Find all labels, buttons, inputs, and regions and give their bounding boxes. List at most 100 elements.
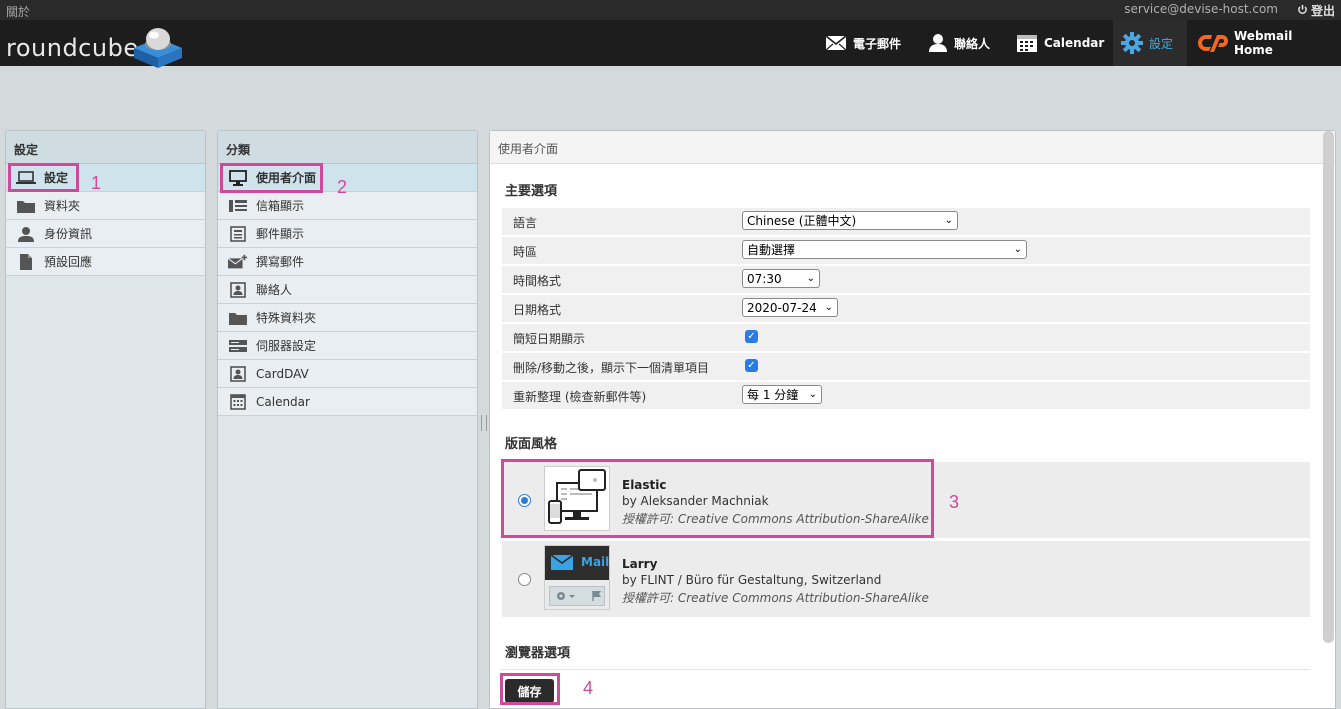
- date-format-value: 2020-07-24: [747, 300, 817, 315]
- settings-item-folders[interactable]: 資料夾: [6, 192, 205, 220]
- option-row-time-format: 時間格式 07:30 ⌄: [502, 266, 1310, 293]
- section-item-label: Calendar: [256, 394, 310, 409]
- browser-options-heading: 瀏覽器選項: [505, 646, 571, 661]
- section-item-label: CardDAV: [256, 366, 309, 381]
- option-label: 語言: [513, 216, 538, 230]
- option-label: 時區: [513, 245, 538, 259]
- section-item-message-view[interactable]: 郵件顯示: [218, 220, 477, 248]
- language-value: Chinese (正體中文): [747, 214, 857, 228]
- settings-panel: 設定 設定 資料夾 身份資訊 預設回應: [5, 130, 206, 709]
- settings-item-identities[interactable]: 身份資訊: [6, 220, 205, 248]
- folder-icon: [228, 310, 248, 326]
- time-format-value: 07:30: [747, 271, 782, 286]
- nav-contacts-label: 聯絡人: [954, 36, 991, 51]
- gear-icon: [557, 592, 575, 600]
- highlight-box-3: [501, 459, 934, 538]
- annotation-number-1: 1: [91, 173, 102, 193]
- option-row-date-format: 日期格式 2020-07-24 ⌄: [502, 295, 1310, 322]
- option-label: 刪除/移動之後，顯示下一個清單項目: [513, 361, 710, 375]
- header: roundcube 電子郵件 聯絡人 Calendar 設定 Webmail H…: [0, 20, 1341, 68]
- section-item-mailbox-view[interactable]: 信箱顯示: [218, 192, 477, 220]
- folder-icon: [16, 198, 36, 214]
- larry-name: Larry: [622, 557, 658, 571]
- short-date-checkbox[interactable]: ✓: [745, 330, 758, 343]
- settings-item-responses[interactable]: 預設回應: [6, 248, 205, 276]
- skin-option-larry[interactable]: Mail Larry by FLINT / Büro für Gestaltun…: [502, 541, 1310, 617]
- chevron-down-icon: ⌄: [808, 389, 817, 400]
- contacts-icon: [928, 33, 948, 53]
- date-format-select[interactable]: 2020-07-24 ⌄: [742, 298, 838, 317]
- preferences-title: 使用者介面: [490, 131, 1335, 164]
- annotation-number-3: 3: [949, 492, 960, 512]
- larry-author: by FLINT / Büro für Gestaltung, Switzerl…: [622, 573, 882, 587]
- option-row-refresh: 重新整理 (檢查新郵件等) 每 1 分鐘 ⌄: [502, 382, 1310, 409]
- larry-thumb-label: Mail: [581, 555, 610, 569]
- nav-mail[interactable]: 電子郵件: [817, 20, 909, 66]
- settings-item-label: 身份資訊: [44, 227, 93, 241]
- about-link[interactable]: 關於: [6, 3, 30, 20]
- section-item-label: 伺服器設定: [256, 339, 317, 353]
- mail-icon: [551, 555, 573, 570]
- option-row-display-next: 刪除/移動之後，顯示下一個清單項目 ✓: [502, 353, 1310, 380]
- skin-heading: 版面風格: [505, 437, 558, 452]
- person-icon: [16, 226, 36, 242]
- option-label: 時間格式: [513, 274, 562, 288]
- larry-thumbnail: Mail: [544, 545, 610, 610]
- cube-logo-icon: [134, 28, 182, 68]
- nav-settings[interactable]: 設定: [1113, 20, 1187, 66]
- display-next-checkbox[interactable]: ✓: [745, 359, 758, 372]
- section-item-contacts[interactable]: 聯絡人: [218, 276, 477, 304]
- settings-panel-title: 設定: [6, 131, 205, 164]
- larry-license: 授權許可: Creative Commons Attribution-Share…: [622, 591, 929, 605]
- option-row-timezone: 時區 自動選擇 ⌄: [502, 237, 1310, 264]
- highlight-box-4: [500, 673, 560, 705]
- panel-splitter[interactable]: [481, 415, 487, 431]
- nav-contacts[interactable]: 聯絡人: [920, 20, 998, 66]
- annotation-number-2: 2: [337, 177, 348, 197]
- sections-panel-title: 分類: [218, 131, 477, 164]
- main-options-heading: 主要選項: [505, 184, 558, 199]
- refresh-select[interactable]: 每 1 分鐘 ⌄: [742, 385, 822, 404]
- top-bar: 關於 service@devise-host.com 登出: [0, 0, 1341, 20]
- cpanel-icon: [1198, 32, 1228, 54]
- time-format-select[interactable]: 07:30 ⌄: [742, 269, 820, 288]
- section-item-server-settings[interactable]: 伺服器設定: [218, 332, 477, 360]
- calendar-icon: [228, 393, 248, 410]
- section-item-carddav[interactable]: CardDAV: [218, 360, 477, 388]
- section-item-calendar[interactable]: Calendar: [218, 388, 477, 416]
- settings-item-label: 預設回應: [44, 255, 93, 269]
- contact-card-icon: [228, 281, 248, 298]
- chevron-down-icon: ⌄: [806, 273, 815, 284]
- refresh-value: 每 1 分鐘: [747, 388, 799, 402]
- timezone-select[interactable]: 自動選擇 ⌄: [742, 240, 1027, 259]
- section-item-label: 特殊資料夾: [256, 311, 317, 325]
- annotation-number-4: 4: [583, 678, 594, 698]
- message-view-icon: [228, 225, 248, 242]
- mailbox-view-icon: [228, 198, 248, 214]
- section-item-special-folders[interactable]: 特殊資料夾: [218, 304, 477, 332]
- language-select[interactable]: Chinese (正體中文) ⌄: [742, 211, 958, 230]
- sections-panel: 分類 使用者介面 信箱顯示 郵件顯示 撰寫郵件 聯絡人 特殊資料夾 伺服器設定: [217, 130, 478, 709]
- option-row-language: 語言 Chinese (正體中文) ⌄: [502, 208, 1310, 235]
- nav-calendar[interactable]: Calendar: [1008, 20, 1112, 66]
- option-label: 簡短日期顯示: [513, 332, 586, 346]
- flag-icon: [592, 591, 601, 601]
- option-label: 日期格式: [513, 303, 562, 317]
- timezone-value: 自動選擇: [747, 243, 796, 257]
- nav-mail-label: 電子郵件: [853, 36, 902, 51]
- form-divider: [500, 669, 1310, 670]
- logout-button[interactable]: 登出: [1297, 2, 1335, 19]
- option-label: 重新整理 (檢查新郵件等): [513, 390, 647, 404]
- roundcube-logo[interactable]: roundcube: [6, 22, 186, 68]
- calendar-icon: [1016, 33, 1038, 53]
- section-item-compose[interactable]: 撰寫郵件: [218, 248, 477, 276]
- chevron-down-icon: ⌄: [1013, 244, 1022, 255]
- logout-label: 登出: [1310, 4, 1335, 18]
- section-item-label: 郵件顯示: [256, 227, 305, 241]
- chevron-down-icon: ⌄: [944, 215, 953, 226]
- larry-radio[interactable]: [518, 573, 531, 586]
- scrollbar[interactable]: [1323, 131, 1334, 643]
- document-icon: [16, 253, 36, 270]
- nav-webmail-home[interactable]: Webmail Home: [1190, 20, 1341, 66]
- section-item-label: 撰寫郵件: [256, 255, 305, 269]
